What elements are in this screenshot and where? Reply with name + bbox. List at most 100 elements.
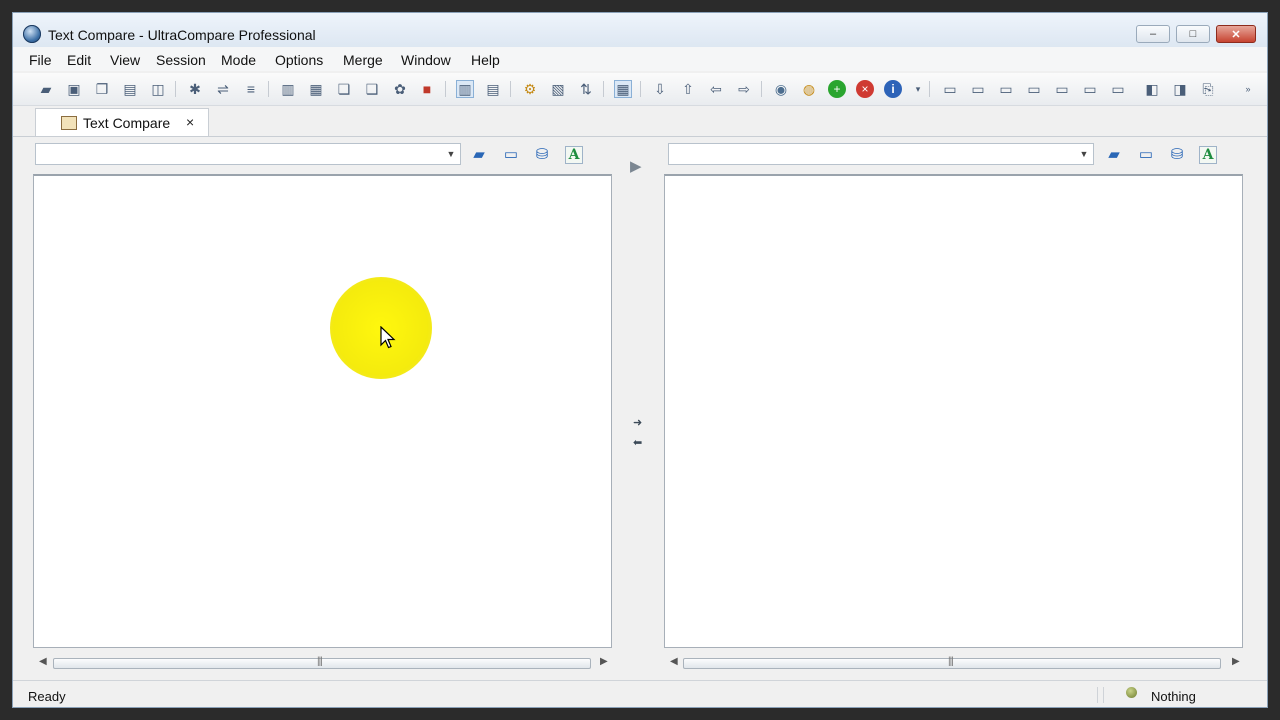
sheet-icon[interactable]: ▧ [549, 80, 567, 98]
right-horizontal-scrollbar[interactable]: ◀ ||| ▶ [666, 654, 1241, 674]
left-open-file-icon[interactable]: ▰ [469, 144, 489, 164]
toolbar-separator [640, 81, 641, 97]
arrow-right-icon[interactable]: ⇨ [735, 80, 753, 98]
align-icon[interactable]: ⇌ [214, 80, 232, 98]
scroll-left-icon[interactable]: ◀ [670, 656, 678, 667]
window-title: Text Compare - UltraCompare Professional [48, 27, 316, 43]
right-path-input[interactable] [668, 143, 1094, 165]
scroll-right-icon[interactable]: ▶ [1232, 656, 1240, 667]
compare-workspace: ▼ ▰ ▭ ⛁ A ▶ ▼ ▰ ▭ ⛁ A ➜ ⬅ ◀ ||| ▶ ◀ ||| … [13, 137, 1267, 677]
menu-view[interactable]: View [110, 52, 140, 68]
stop-icon[interactable]: ◍ [800, 80, 818, 98]
add-green-icon[interactable]: + [828, 80, 846, 98]
grid-icon[interactable]: ▦ [307, 80, 325, 98]
status-ready: Ready [28, 689, 66, 704]
toolbar-separator [445, 81, 446, 97]
document-icon[interactable]: ▥ [279, 80, 297, 98]
menu-file[interactable]: File [29, 52, 52, 68]
info-icon[interactable]: i [884, 80, 902, 98]
toolbar-separator [175, 81, 176, 97]
toolbar-separator [761, 81, 762, 97]
scroll-left-icon[interactable]: ◀ [39, 656, 47, 667]
save-icon[interactable]: ▣ [65, 80, 83, 98]
arrow-down-icon[interactable]: ⇩ [651, 80, 669, 98]
folder-refresh-icon[interactable]: ▭ [1109, 80, 1127, 98]
status-indicator-icon [1126, 687, 1137, 698]
right-pane-header: ▼ ▰ ▭ ⛁ A [668, 143, 1246, 173]
grip-icon: ||| [948, 656, 954, 667]
export-icon[interactable]: ⎘ [1199, 80, 1217, 98]
left-open-folder-icon[interactable]: ▭ [501, 144, 521, 164]
left-network-icon[interactable]: ⛁ [532, 144, 552, 164]
left-text-pane[interactable] [33, 174, 612, 648]
pane-select-icon[interactable]: ▦ [614, 80, 632, 98]
status-bar: Ready Nothing [13, 680, 1267, 707]
flow-icon[interactable]: ✿ [391, 80, 409, 98]
preview-icon[interactable]: ◫ [149, 80, 167, 98]
arrow-left-icon[interactable]: ⇦ [707, 80, 725, 98]
star-icon[interactable]: ✱ [186, 80, 204, 98]
menu-merge[interactable]: Merge [343, 52, 383, 68]
close-red-icon[interactable]: × [856, 80, 874, 98]
close-window-button[interactable]: ✕ [1216, 25, 1256, 43]
globe-icon[interactable]: ◉ [772, 80, 790, 98]
menu-help[interactable]: Help [471, 52, 500, 68]
swap-icon[interactable]: ⇅ [577, 80, 595, 98]
menu-window[interactable]: Window [401, 52, 451, 68]
folder-open-icon[interactable]: ▭ [1025, 80, 1043, 98]
menu-session[interactable]: Session [156, 52, 206, 68]
left-path-dropdown-icon[interactable]: ▼ [442, 143, 460, 165]
left-horizontal-scrollbar[interactable]: ◀ ||| ▶ [35, 654, 609, 674]
layers2-icon[interactable]: ❑ [363, 80, 381, 98]
tab-close-button[interactable]: × [186, 114, 194, 130]
tab-text-compare[interactable]: Text Compare × [35, 108, 209, 136]
tab-label: Text Compare [83, 115, 171, 131]
title-bar[interactable]: Text Compare - UltraCompare Professional… [13, 13, 1267, 47]
toolbar-separator [929, 81, 930, 97]
folder-compare-icon[interactable]: ▭ [941, 80, 959, 98]
scrollbar-thumb[interactable]: ||| [683, 656, 1221, 669]
status-divider [1097, 687, 1098, 703]
toolbar-separator [268, 81, 269, 97]
right-network-icon[interactable]: ⛁ [1167, 144, 1187, 164]
scroll-right-icon[interactable]: ▶ [600, 656, 608, 667]
right-open-folder-icon[interactable]: ▭ [1136, 144, 1156, 164]
right-open-file-icon[interactable]: ▰ [1104, 144, 1124, 164]
print-icon[interactable]: ▤ [121, 80, 139, 98]
copy-to-right-icon[interactable]: ➜ [633, 416, 642, 429]
merge-layout-icon[interactable]: ▤ [484, 80, 502, 98]
right-text-pane[interactable] [664, 174, 1243, 648]
folder-filter-icon[interactable]: ▭ [1081, 80, 1099, 98]
right-font-button[interactable]: A [1199, 146, 1217, 164]
split-columns-icon[interactable]: ▥ [456, 80, 474, 98]
maximize-button[interactable]: □ [1176, 25, 1210, 43]
toolbar-overflow-icon[interactable]: ▾ [909, 80, 927, 98]
red-block-icon[interactable]: ■ [418, 80, 436, 98]
toolbar-separator [510, 81, 511, 97]
equal-icon[interactable]: ≡ [242, 80, 260, 98]
scrollbar-thumb[interactable]: ||| [53, 656, 591, 669]
toolbar-more-icon[interactable]: » [1239, 80, 1257, 98]
menu-options[interactable]: Options [275, 52, 323, 68]
menu-mode[interactable]: Mode [221, 52, 256, 68]
app-window: Text Compare - UltraCompare Professional… [12, 12, 1268, 708]
right-path-dropdown-icon[interactable]: ▼ [1075, 143, 1093, 165]
folder-up-icon[interactable]: ▭ [1053, 80, 1071, 98]
copy-right-icon[interactable]: ◨ [1171, 80, 1189, 98]
folder-sync-icon[interactable]: ▭ [969, 80, 987, 98]
arrow-up-icon[interactable]: ⇧ [679, 80, 697, 98]
menu-edit[interactable]: Edit [67, 52, 91, 68]
layers-icon[interactable]: ❏ [335, 80, 353, 98]
open-folder-icon[interactable]: ▰ [37, 80, 55, 98]
mouse-cursor-icon [380, 326, 396, 349]
copy-to-left-icon[interactable]: ⬅ [633, 436, 642, 449]
app-icon [23, 25, 41, 43]
copy-icon[interactable]: ❐ [93, 80, 111, 98]
left-path-input[interactable] [35, 143, 461, 165]
run-compare-icon[interactable]: ▶ [630, 157, 642, 175]
folder-view-icon[interactable]: ▭ [997, 80, 1015, 98]
left-font-button[interactable]: A [565, 146, 583, 164]
copy-left-icon[interactable]: ◧ [1143, 80, 1161, 98]
minimize-button[interactable]: – [1136, 25, 1170, 43]
gear-icon[interactable]: ⚙ [521, 80, 539, 98]
